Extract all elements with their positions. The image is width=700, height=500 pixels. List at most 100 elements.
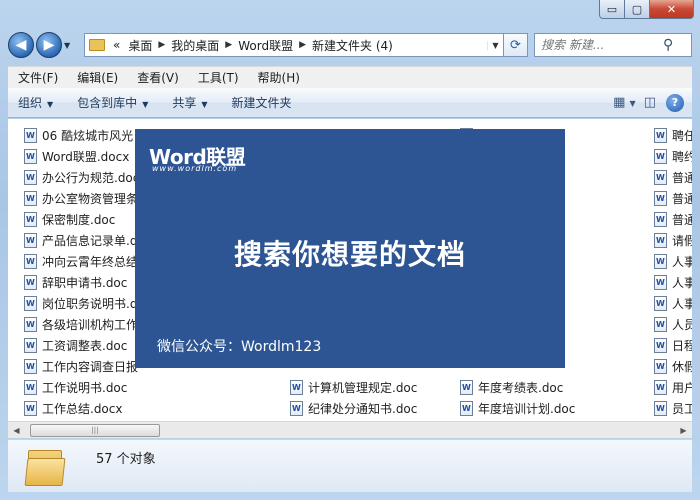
scroll-thumb[interactable]: ||| [30,423,160,437]
file-item[interactable]: Word联盟.docx [24,146,139,167]
file-item[interactable]: 请假 [654,230,692,251]
word-document-icon [24,275,37,290]
file-name: 聘约 [672,150,692,164]
share-button[interactable]: 共享 ▼ [162,94,221,111]
word-document-icon [460,380,473,395]
file-item[interactable]: 岗位职务说明书.d [24,293,139,314]
file-item[interactable]: 人事 [654,251,692,272]
file-name: 人事 [672,297,692,311]
help-button[interactable]: ? [666,93,684,112]
file-item[interactable]: 年度培训计划.doc [460,398,575,419]
address-bar[interactable]: « 桌面 ▶ 我的桌面 ▶ Word联盟 ▶ 新建文件夹 (4) ▼ [84,33,504,57]
chevron-down-icon: ▼ [201,100,208,109]
minimize-button[interactable]: ▭ [599,0,625,19]
file-item[interactable]: 年度考绩表.doc [460,377,575,398]
chevron-right-icon: ▶ [680,425,687,435]
address-dropdown-button[interactable]: ▼ [487,40,503,50]
file-item[interactable]: 用户 [654,377,692,398]
file-item[interactable]: 聘任 [654,125,692,146]
details-pane: 57 个对象 [8,439,692,492]
file-item[interactable]: 休假 [654,356,692,377]
breadcrumb-my-desktop[interactable]: 我的桌面 [167,37,223,54]
file-item[interactable]: 普通 [654,167,692,188]
file-item[interactable]: 冲向云霄年终总结 [24,251,139,272]
file-item[interactable]: 人事 [654,272,692,293]
file-item[interactable]: 人员 [654,314,692,335]
file-name: 人员 [672,318,692,332]
search-box[interactable]: ⚲ [534,33,692,57]
file-item[interactable]: 纪律处分通知书.doc [290,398,417,419]
forward-button[interactable]: ▶ [36,32,62,58]
file-item[interactable]: 工作总结.docx [24,398,139,419]
organize-button[interactable]: 组织 ▼ [8,94,67,111]
file-item[interactable]: 06 酷炫城市风光 [24,125,139,146]
file-name: 工作总结.docx [42,402,123,416]
file-name: 各级培训机构工作 [42,318,139,332]
word-document-icon [24,212,37,227]
word-document-icon [24,359,37,374]
include-in-library-button[interactable]: 包含到库中 ▼ [67,94,162,111]
menu-tools[interactable]: 工具(T) [188,69,248,86]
breadcrumb-desktop[interactable]: 桌面 [124,37,156,54]
recent-pages-dropdown[interactable]: ▼ [64,41,76,50]
menu-edit[interactable]: 编辑(E) [67,69,127,86]
word-document-icon [24,254,37,269]
file-item[interactable]: 普通 [654,209,692,230]
back-button[interactable]: ◀ [8,32,34,58]
change-view-button[interactable]: ▦ ▼ [609,95,640,110]
breadcrumb-wordlm[interactable]: Word联盟 [234,37,297,54]
maximize-button[interactable]: ▢ [625,0,650,19]
word-document-icon [24,380,37,395]
chevron-left-icon: ◀ [13,425,20,435]
file-item[interactable]: 计算机管理规定.doc [290,377,417,398]
chevron-right-icon[interactable]: ▶ [156,40,167,50]
file-item[interactable]: 日程 [654,335,692,356]
menu-view[interactable]: 查看(V) [127,69,188,86]
file-item[interactable]: 办公室物资管理条 [24,188,139,209]
chevron-right-icon[interactable]: ▶ [297,40,308,50]
file-item[interactable]: 各级培训机构工作 [24,314,139,335]
word-document-icon [654,149,667,164]
scroll-left-button[interactable]: ◀ [8,422,25,438]
menu-file[interactable]: 文件(F) [8,69,67,86]
file-item[interactable]: 人事 [654,293,692,314]
chevron-down-icon: ▼ [142,100,149,109]
word-document-icon [654,275,667,290]
horizontal-scrollbar[interactable]: ◀ ||| ▶ [8,421,692,438]
file-item[interactable]: 工作说明书.doc [24,377,139,398]
file-item[interactable]: 保密制度.doc [24,209,139,230]
file-item[interactable]: 工资调整表.doc [24,335,139,356]
chevron-down-icon: ▼ [47,100,54,109]
chevron-right-icon[interactable]: ▶ [223,40,234,50]
command-bar: 组织 ▼ 包含到库中 ▼ 共享 ▼ 新建文件夹 ▦ ▼ ◫ ? [8,88,692,118]
word-document-icon [290,401,303,416]
file-name: 年度考绩表.doc [478,381,564,395]
breadcrumb-current-folder[interactable]: 新建文件夹 (4) [308,37,397,54]
file-column-1: 06 酷炫城市风光 Word联盟.docx 办公行为规范.doc 办公室物资管理条保密… [24,125,139,419]
file-item[interactable]: 办公行为规范.doc [24,167,139,188]
word-document-icon [24,317,37,332]
file-item[interactable]: 聘约 [654,146,692,167]
close-button[interactable]: ✕ [650,0,694,19]
new-folder-button[interactable]: 新建文件夹 [222,94,306,111]
file-item[interactable]: 工作内容调查日报 [24,356,139,377]
file-item[interactable]: 产品信息记录单.d [24,230,139,251]
refresh-button[interactable]: ⟳ [504,33,528,57]
word-document-icon [24,338,37,353]
close-icon: ✕ [666,2,677,16]
preview-pane-button[interactable]: ◫ [640,95,660,110]
file-item[interactable]: 辞职申请书.doc [24,272,139,293]
scroll-right-button[interactable]: ▶ [675,422,692,438]
file-name: 工作内容调查日报 [42,360,139,374]
word-document-icon [654,317,667,332]
word-document-icon [24,233,37,248]
file-name: 员工 [672,402,692,416]
file-name: 工资调整表.doc [42,339,128,353]
search-input[interactable] [541,38,659,52]
file-item[interactable]: 普通 [654,188,692,209]
menu-help[interactable]: 帮助(H) [248,69,309,86]
file-item[interactable]: 员工 [654,398,692,419]
search-icon[interactable]: ⚲ [663,37,673,53]
banner-headline: 搜索你想要的文档 [233,238,466,271]
breadcrumb-overflow[interactable]: « [109,38,124,52]
